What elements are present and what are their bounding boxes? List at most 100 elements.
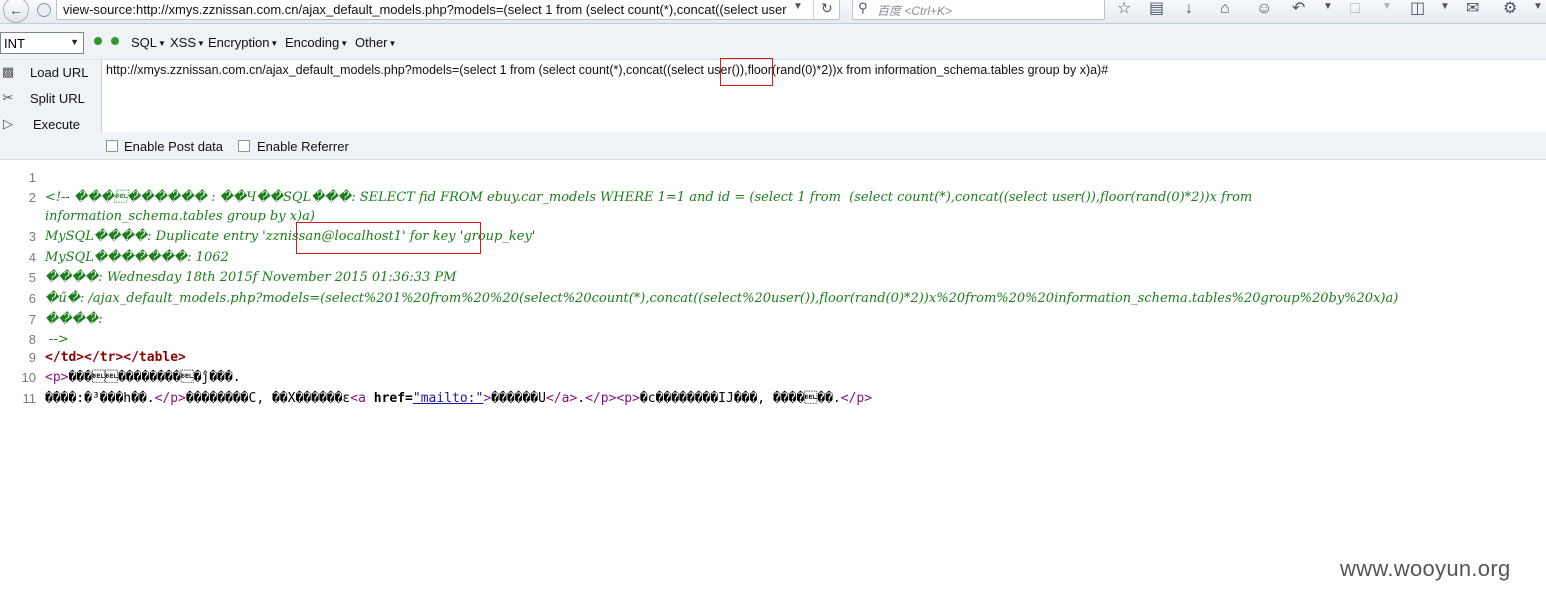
menu-caret-icon: ▼ xyxy=(270,39,279,48)
crop-dropdown-icon[interactable]: ▼ xyxy=(1382,1,1392,12)
href-attr: href= xyxy=(373,391,413,406)
addon-icon[interactable]: ⚙ xyxy=(1503,0,1517,18)
browser-navbar: ← view-source:http://xmys.zznissan.com.c… xyxy=(0,0,1546,24)
error-comment-script: �ű�: /ajax_default_models.php?models=(se… xyxy=(45,291,1399,306)
source-view: 1 2 <!-- ��������� : ��Ч��SQL���: SELECT… xyxy=(0,168,1546,428)
url-textarea-text[interactable]: http://xmys.zznissan.com.cn/ajax_default… xyxy=(106,63,1108,77)
search-icon: ⚲ xyxy=(858,0,868,15)
menu-encoding-label: Encoding xyxy=(285,35,340,50)
back-button[interactable]: ← xyxy=(3,0,29,23)
menu-other-label: Other xyxy=(355,35,388,50)
line-number: 2 xyxy=(28,190,36,205)
mysql-error-pre: MySQL����: Duplicate entry ' xyxy=(45,229,266,244)
bookmark-star-icon[interactable]: ☆ xyxy=(1117,0,1131,18)
enable-post-checkbox[interactable] xyxy=(106,140,118,152)
menu-caret-icon: ▼ xyxy=(158,39,166,48)
watermark: www.wooyun.org xyxy=(1340,556,1511,581)
extension-icon[interactable]: ◫ xyxy=(1410,0,1425,18)
error-comment-code: MySQL�������: 1062 xyxy=(45,250,229,265)
reload-icon[interactable]: ↻ xyxy=(821,0,833,17)
enable-post-label[interactable]: Enable Post data xyxy=(124,139,223,154)
history-dropdown-icon[interactable]: ▼ xyxy=(793,1,803,12)
error-comment-sql-cont: information_schema.tables group by x)a) xyxy=(45,209,315,224)
menu-caret-icon: ▼ xyxy=(388,39,397,48)
url-text-after: floor(rand(0)*2))x from information_sche… xyxy=(747,63,1109,77)
highlight-box-result xyxy=(296,222,481,254)
menu-encryption-label: Encryption xyxy=(208,35,270,50)
comment-close: --> xyxy=(45,332,69,347)
address-separator xyxy=(813,0,814,19)
menu-encoding[interactable]: Encoding▼ xyxy=(285,35,348,50)
enable-referrer-label[interactable]: Enable Referrer xyxy=(257,139,349,154)
hackbar-sidebar: ▩ Load URL ✂ Split URL ▷ Execute xyxy=(0,60,101,132)
p-close-tag: </p> xyxy=(154,391,186,406)
html-paragraph: <p>������������ĵ���. xyxy=(45,370,241,385)
enable-referrer-checkbox[interactable] xyxy=(238,140,250,152)
type-select[interactable]: INT ▼ xyxy=(0,32,84,54)
error-comment-info: ����: xyxy=(45,312,103,327)
menu-xss-label: XSS xyxy=(170,35,197,50)
highlight-box-user xyxy=(720,58,773,86)
menu-other[interactable]: Other▼ xyxy=(355,35,396,50)
p-tags: </p><p> xyxy=(585,391,640,406)
a-close-tag: </a> xyxy=(545,391,578,406)
type-select-value: INT xyxy=(4,36,25,51)
address-bar-text[interactable]: view-source:http://xmys.zznissan.com.cn/… xyxy=(63,2,791,17)
line-number: 7 xyxy=(28,312,36,327)
play-icon: ▷ xyxy=(3,116,13,131)
split-url-label: Split URL xyxy=(30,91,85,106)
increase-icon[interactable] xyxy=(111,37,119,45)
line-number: 4 xyxy=(28,250,36,265)
undo-icon[interactable]: ↶ xyxy=(1292,0,1305,18)
back-arrow-icon: ← xyxy=(9,2,23,18)
line-number: 1 xyxy=(28,170,36,185)
line-number: 11 xyxy=(22,391,37,406)
load-url-button[interactable]: ▩ Load URL xyxy=(0,62,100,84)
line-number: 3 xyxy=(28,229,36,244)
a-open-tag: <a xyxy=(350,391,366,406)
line-number: 8 xyxy=(28,332,36,347)
scissors-icon: ✂ xyxy=(2,90,14,105)
undo-dropdown-icon[interactable]: ▼ xyxy=(1323,1,1333,12)
p-close-tag: </p> xyxy=(840,391,873,406)
line-number: 10 xyxy=(21,370,36,385)
url-textarea[interactable]: http://xmys.zznissan.com.cn/ajax_default… xyxy=(101,58,1546,132)
split-url-button[interactable]: ✂ Split URL xyxy=(0,88,100,110)
error-comment-sql: <!-- ��������� : ��Ч��SQL���: SELECT fi… xyxy=(45,190,1253,205)
hackbar-toolbar: INT ▼ SQL▼ XSS▼ Encryption▼ Encoding▼ Ot… xyxy=(0,24,1546,60)
crop-icon[interactable]: □ xyxy=(1350,0,1360,18)
download-icon[interactable]: ↓ xyxy=(1185,0,1193,18)
search-bar[interactable]: ⚲ 百度 <Ctrl+K> xyxy=(852,0,1105,20)
extension-dropdown-icon[interactable]: ▼ xyxy=(1440,1,1450,12)
decrease-icon[interactable] xyxy=(94,37,102,45)
garbled-text: ������U xyxy=(491,391,546,406)
menu-encryption[interactable]: Encryption▼ xyxy=(208,35,278,50)
text-dot: . xyxy=(577,391,586,406)
garbled-text: �ϲ��������IJ���, ������. xyxy=(639,391,841,406)
tag-close: > xyxy=(483,391,492,406)
garbled-text: ��������С, ��X������ε xyxy=(185,391,351,406)
menu-sql-label: SQL xyxy=(131,35,158,50)
p-open-tag: <p> xyxy=(45,370,69,385)
execute-label: Execute xyxy=(33,117,80,132)
address-bar[interactable]: view-source:http://xmys.zznissan.com.cn/… xyxy=(56,0,840,20)
line-number: 6 xyxy=(28,291,36,306)
menu-dropdown-icon[interactable]: ▼ xyxy=(1533,1,1543,12)
reading-list-icon[interactable]: ▤ xyxy=(1149,0,1164,18)
speech-icon[interactable]: ✉ xyxy=(1466,0,1479,18)
menu-sql[interactable]: SQL▼ xyxy=(131,35,166,50)
search-placeholder: 百度 <Ctrl+K> xyxy=(877,4,953,18)
menu-xss[interactable]: XSS▼ xyxy=(170,35,205,50)
load-url-label: Load URL xyxy=(30,65,89,80)
options-row: Enable Post data Enable Referrer xyxy=(0,132,1546,160)
line-number: 9 xyxy=(28,350,36,365)
mailto-link[interactable]: "mailto:" xyxy=(413,391,483,406)
home-icon[interactable]: ⌂ xyxy=(1220,0,1230,18)
url-text-before: http://xmys.zznissan.com.cn/ajax_default… xyxy=(106,63,701,77)
menu-caret-icon: ▼ xyxy=(340,39,349,48)
site-identity-icon[interactable] xyxy=(37,3,51,17)
select-chevron-down-icon: ▼ xyxy=(70,37,79,47)
html-paragraph-2: ����:�³���h��.</p>��������С, ��X������ε<… xyxy=(45,391,872,406)
load-url-icon: ▩ xyxy=(1,64,15,79)
chat-bubble-icon[interactable]: ☺ xyxy=(1256,0,1272,18)
